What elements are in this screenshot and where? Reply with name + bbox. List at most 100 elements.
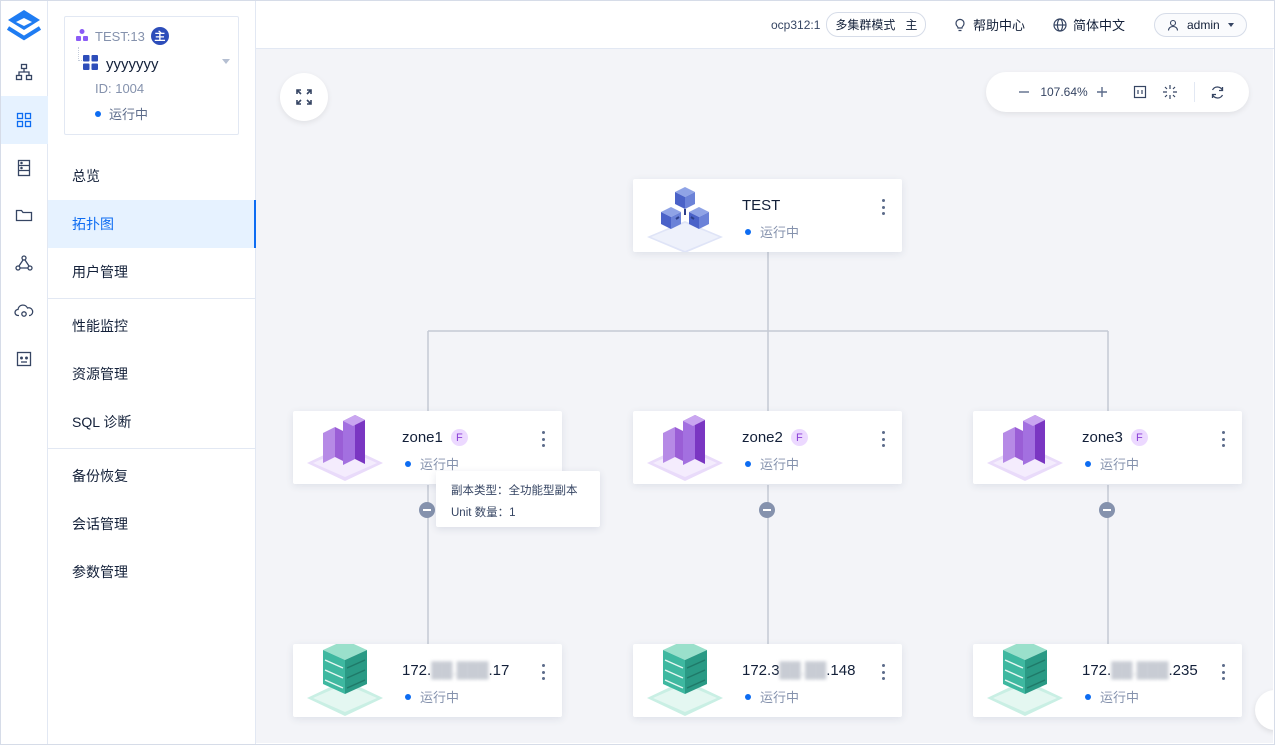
more-icon[interactable]	[876, 197, 890, 217]
rail-robot-icon[interactable]	[0, 335, 48, 383]
menu-item-params[interactable]: 参数管理	[48, 548, 256, 596]
center-button[interactable]	[1160, 72, 1180, 112]
center-icon	[1163, 85, 1177, 99]
server-node[interactable]: 172.██.███.235 运行中	[973, 640, 1242, 717]
status-dot-icon	[745, 460, 751, 467]
zoom-out-icon	[1019, 91, 1029, 93]
fullscreen-button[interactable]	[280, 73, 328, 121]
server-stack-icon	[305, 640, 385, 717]
server-node[interactable]: 172.3██.██.148 运行中	[633, 640, 902, 717]
help-text: 帮助中心	[973, 18, 1026, 33]
server-node-status: 运行中	[1085, 687, 1139, 706]
menu-item-users[interactable]: 用户管理	[48, 248, 256, 296]
rail-cluster-tree-icon[interactable]	[0, 48, 48, 96]
chevron-down-icon[interactable]	[222, 59, 230, 64]
cluster-mode[interactable]: ocp312:1 多集群模式 主	[771, 0, 927, 49]
tenant-name: TEST:13	[95, 28, 145, 44]
zoom-in-icon	[1097, 87, 1107, 97]
menu-item-performance[interactable]: 性能监控	[48, 302, 256, 350]
menu-item-backup[interactable]: 备份恢复	[48, 452, 256, 500]
server-ip-prefix: 172.3	[742, 662, 780, 679]
server-node-title: 172.██.███.17	[402, 662, 509, 679]
more-icon[interactable]	[876, 429, 890, 449]
mode-text: 多集群模式	[835, 18, 896, 32]
rail-folder-icon[interactable]	[0, 191, 48, 239]
cluster-status-text: 运行中	[109, 107, 149, 122]
server-ip-suffix: .235	[1168, 662, 1198, 679]
menu-item-sql[interactable]: SQL 诊断	[48, 398, 256, 446]
zone-node-name: zone2	[742, 429, 783, 446]
caret-down-icon	[1227, 22, 1234, 27]
zone-building-icon	[645, 411, 725, 484]
server-node-status: 运行中	[745, 687, 799, 706]
zone-node-status-text: 运行中	[1100, 457, 1140, 472]
rail-grid-icon[interactable]	[0, 96, 48, 144]
menu-item-overview[interactable]: 总览	[48, 152, 256, 200]
refresh-button[interactable]	[1207, 72, 1227, 112]
more-icon[interactable]	[536, 662, 550, 682]
zone-full-badge: F	[790, 429, 808, 446]
zone-node[interactable]: zone2 F 运行中	[633, 411, 902, 484]
zoom-in-button[interactable]	[1092, 72, 1112, 112]
more-icon[interactable]	[1216, 662, 1230, 682]
rail-nodes-icon[interactable]	[0, 239, 48, 287]
zone-building-icon	[305, 411, 385, 484]
menu-item-topology[interactable]: 拓扑图	[48, 200, 256, 248]
top-header: ocp312:1 多集群模式 主 帮助中心 简体中文 admin	[256, 0, 1275, 49]
user-button[interactable]: admin	[1154, 12, 1247, 37]
user-name: admin	[1187, 17, 1220, 32]
server-node-title: 172.██.███.235	[1082, 662, 1198, 679]
cluster-node-status: 运行中	[745, 222, 799, 241]
user-menu[interactable]: admin	[1154, 0, 1247, 49]
server-ip: 172.3██.██.148	[742, 662, 855, 679]
help-center[interactable]: 帮助中心	[953, 0, 1025, 49]
zone-building-icon	[985, 411, 1065, 484]
menu-divider	[48, 298, 256, 299]
topology-canvas[interactable]: 107.64% TEST 运行中 zone1 F 运行中 zone2 F 运行中…	[256, 49, 1273, 743]
status-dot-icon	[95, 110, 101, 117]
zone-node-status: 运行中	[745, 454, 799, 473]
zone-node[interactable]: zone3 F 运行中	[973, 411, 1242, 484]
more-icon[interactable]	[1216, 429, 1230, 449]
side-menu: 总览 拓扑图 用户管理 性能监控 资源管理 SQL 诊断 备份恢复 会话管理 参…	[48, 152, 256, 596]
server-ip-suffix: .17	[488, 662, 510, 679]
cluster-node-title: TEST	[742, 197, 780, 214]
cluster-card[interactable]: TEST:13 主 yyyyyyy ID: 1004 运行中	[64, 16, 239, 135]
cluster-id: ID: 1004	[95, 81, 145, 96]
menu-item-resources[interactable]: 资源管理	[48, 350, 256, 398]
menu-item-sessions[interactable]: 会话管理	[48, 500, 256, 548]
mode-tag[interactable]: 多集群模式 主	[826, 12, 927, 37]
status-dot-icon	[1085, 460, 1091, 467]
status-dot-icon	[1085, 693, 1091, 700]
collapse-toggle[interactable]	[1099, 502, 1115, 518]
more-icon[interactable]	[876, 662, 890, 682]
server-ip: 172.██.███.235	[1082, 662, 1198, 679]
cluster-node[interactable]: TEST 运行中	[633, 179, 902, 253]
tooltip-unit-count: Unit 数量：1	[451, 507, 516, 519]
collapse-toggle[interactable]	[759, 502, 775, 518]
more-icon[interactable]	[536, 429, 550, 449]
rail-server-icon[interactable]	[0, 144, 48, 192]
cluster-name: yyyyyyy	[106, 56, 159, 73]
language-text: 简体中文	[1073, 18, 1126, 33]
zoom-out-button[interactable]	[1014, 72, 1034, 112]
collapse-toggle[interactable]	[419, 502, 435, 518]
server-stack-icon	[985, 640, 1065, 717]
status-dot-icon	[745, 693, 751, 700]
logo-icon[interactable]	[4, 6, 44, 46]
refresh-icon	[1211, 85, 1223, 99]
server-ip-prefix: 172.	[402, 662, 432, 679]
bulb-icon	[955, 18, 965, 31]
rail-cloud-icon[interactable]	[0, 287, 48, 335]
fit-view-button[interactable]	[1130, 72, 1150, 112]
status-dot-icon	[405, 693, 411, 700]
cluster-node-name: TEST	[742, 197, 781, 214]
language-switch[interactable]: 简体中文	[1053, 0, 1125, 49]
cluster-status: 运行中	[95, 104, 228, 123]
zone-node-title: zone1 F	[402, 429, 468, 446]
status-dot-icon	[405, 460, 411, 467]
sidebar: TEST:13 主 yyyyyyy ID: 1004 运行中 总览 拓扑图 用户…	[48, 0, 256, 745]
server-node-status-text: 运行中	[760, 690, 800, 705]
server-node[interactable]: 172.██.███.17 运行中	[293, 640, 562, 717]
server-node-status-text: 运行中	[1100, 690, 1140, 705]
